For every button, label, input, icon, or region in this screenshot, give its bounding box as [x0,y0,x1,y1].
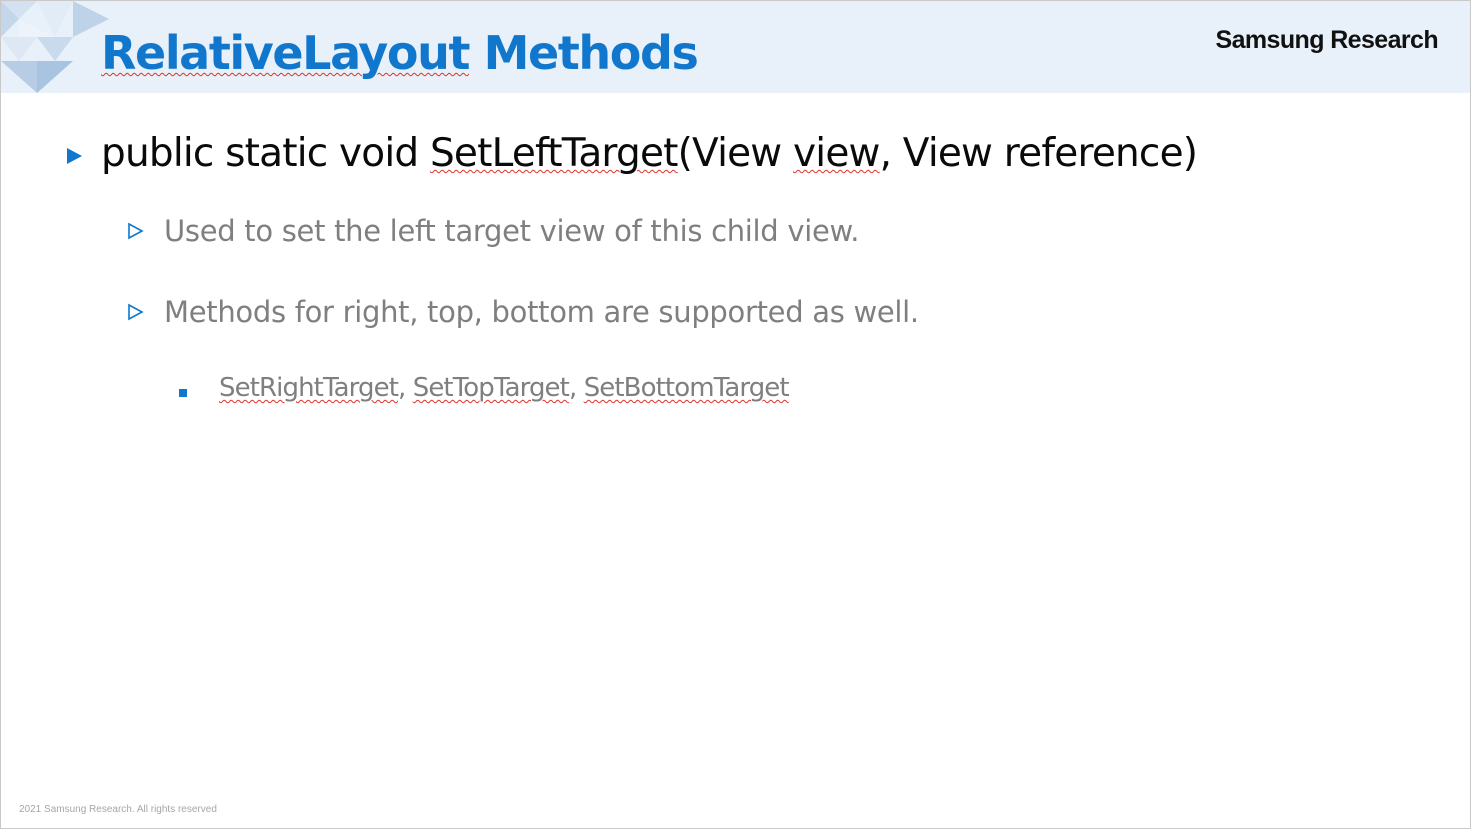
outline-triangle-bullet-icon [128,222,144,240]
slide-title-suffix: Methods [469,26,699,80]
separator: , [568,373,584,403]
slide-title: RelativeLayout Methods [101,23,699,83]
sub-bullet-text: Used to set the left target view of this… [164,214,860,248]
method-param-name: view [793,131,880,176]
square-bullet-icon [179,389,187,397]
brand-logo-text: Samsung Research [1215,26,1439,54]
main-bullet-text: public static void SetLeftTarget(View vi… [101,125,1198,183]
copyright-footer: 2021 Samsung Research. All rights reserv… [19,804,217,815]
triangle-pattern-decoration [1,1,109,93]
outline-triangle-bullet-icon [128,303,144,321]
triangle-bullet-icon [67,148,82,164]
method-param-type: (View [677,131,793,176]
method-signature-prefix: public static void [101,131,430,176]
method-name-right: SetRightTarget [219,373,399,403]
sub-bullet-text: Methods for right, top, bottom are suppo… [164,295,919,329]
method-name-bottom: SetBottomTarget [583,373,790,403]
method-name-top: SetTopTarget [412,373,570,403]
sub-sub-bullet-text: SetRightTarget, SetTopTarget, SetBottomT… [219,369,790,407]
separator: , [398,373,413,403]
method-signature-suffix: , View reference) [879,131,1198,176]
slide-title-class-name: RelativeLayout [101,26,470,80]
method-name: SetLeftTarget [429,131,678,176]
slide: RelativeLayout Methods Samsung Research … [0,0,1471,829]
